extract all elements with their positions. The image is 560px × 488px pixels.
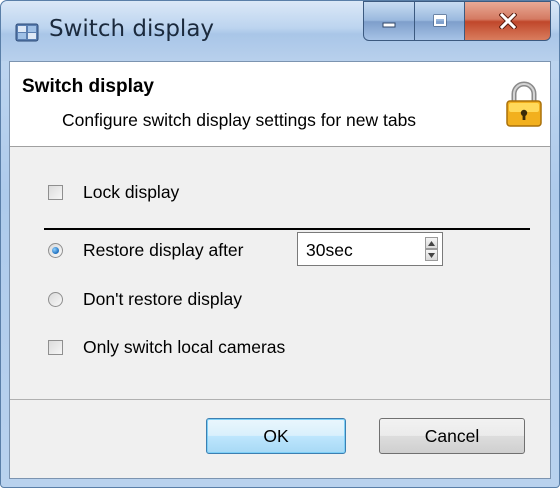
dont-restore-radio[interactable] [48, 292, 63, 307]
close-button[interactable] [465, 1, 551, 41]
arrow-up-icon [428, 240, 435, 246]
dialog-window: Switch display Switch display Configure … [0, 0, 560, 488]
spin-down-button[interactable] [425, 249, 438, 261]
title-bar[interactable]: Switch display [1, 1, 559, 61]
dialog-footer: OK Cancel [10, 399, 550, 478]
restore-duration-spinbox[interactable]: 30sec [297, 232, 443, 266]
spin-buttons [425, 237, 438, 261]
only-local-option[interactable]: Only switch local cameras [48, 337, 285, 358]
lock-display-checkbox[interactable] [48, 185, 63, 200]
header-subtitle: Configure switch display settings for ne… [62, 110, 417, 130]
minimize-icon [382, 22, 396, 28]
header-title: Switch display [22, 76, 154, 97]
window-controls [363, 1, 551, 41]
maximize-button[interactable] [415, 1, 465, 41]
lock-display-option[interactable]: Lock display [48, 182, 179, 203]
arrow-down-icon [428, 252, 435, 258]
restore-duration-value: 30sec [306, 240, 353, 260]
restore-after-option[interactable]: Restore display after [48, 240, 244, 261]
padlock-icon [506, 81, 542, 127]
close-icon [498, 13, 517, 29]
minimize-button[interactable] [363, 1, 415, 41]
dialog-body: Switch display Configure switch display … [9, 61, 551, 479]
restore-after-radio[interactable] [48, 243, 63, 258]
separator-line [44, 228, 530, 230]
app-icon [15, 23, 39, 42]
only-local-label: Only switch local cameras [83, 337, 286, 357]
dont-restore-option[interactable]: Don't restore display [48, 289, 242, 310]
dont-restore-label: Don't restore display [83, 289, 242, 309]
lock-display-label: Lock display [83, 182, 180, 202]
restore-after-label: Restore display after [83, 240, 244, 260]
dialog-header: Switch display Configure switch display … [10, 62, 550, 147]
maximize-icon [433, 14, 446, 27]
spin-up-button[interactable] [425, 237, 438, 249]
cancel-button[interactable]: Cancel [379, 418, 525, 454]
window-title: Switch display [49, 16, 215, 42]
ok-button[interactable]: OK [206, 418, 346, 454]
only-local-checkbox[interactable] [48, 340, 63, 355]
